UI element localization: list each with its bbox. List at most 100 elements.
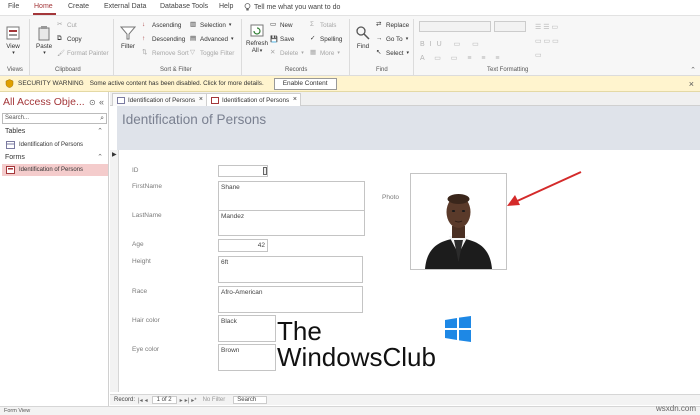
close-icon[interactable]: ×	[689, 79, 694, 89]
delete-icon: ✕	[270, 49, 276, 56]
record-position[interactable]: 1 of 2	[151, 396, 177, 404]
close-tab-icon[interactable]: ×	[293, 96, 297, 103]
label-race: Race	[132, 288, 148, 295]
select-button[interactable]: ↖ Select ▾	[376, 49, 409, 57]
font-name-dropdown[interactable]	[419, 21, 491, 32]
field-id[interactable]	[218, 165, 268, 177]
chevron-up-icon[interactable]: ⌃	[97, 126, 103, 137]
more-button[interactable]: ▦ More ▾	[310, 49, 340, 57]
prev-record-icon[interactable]: ◂	[145, 397, 148, 404]
close-tab-icon[interactable]: ×	[199, 96, 203, 103]
photo-frame[interactable]	[410, 173, 507, 270]
nav-section-tables[interactable]: Tables ⌃	[0, 126, 109, 137]
tell-me-box[interactable]: Tell me what you want to do	[244, 3, 340, 11]
nav-pane-title[interactable]: All Access Obje...	[3, 96, 85, 108]
tab-database-tools[interactable]: Database Tools	[160, 3, 208, 10]
group-label-find: Find	[376, 67, 388, 73]
filter-button[interactable]: Filter	[120, 25, 136, 50]
label-age: Age	[132, 241, 144, 248]
select-cursor-icon: ↖	[376, 49, 382, 56]
replace-icon: ⇄	[376, 21, 382, 28]
group-label-views: Views	[7, 67, 23, 73]
nav-item-table[interactable]: Identification of Persons	[2, 139, 108, 151]
field-height[interactable]: 6ft	[218, 256, 363, 283]
ribbon-separator	[349, 19, 350, 75]
shutter-bar-close-icon[interactable]: «	[99, 97, 104, 107]
enable-content-button[interactable]: Enable Content	[273, 77, 337, 90]
doc-tab-form[interactable]: Identification of Persons ×	[206, 93, 301, 106]
tab-home[interactable]: Home	[34, 3, 53, 10]
selection-button[interactable]: ▥ Selection ▾	[190, 21, 231, 29]
form-header: Identification of Persons	[117, 106, 700, 150]
form-icon	[211, 96, 219, 104]
sort-descending-button[interactable]: ↑ Descending	[142, 35, 185, 43]
new-record-icon[interactable]: ▸*	[191, 397, 196, 404]
nav-section-forms[interactable]: Forms ⌃	[0, 152, 109, 163]
field-age[interactable]: 42	[218, 239, 268, 252]
record-search-input[interactable]: Search	[233, 396, 268, 404]
label-eye-color: Eye color	[132, 346, 160, 353]
goto-button[interactable]: → Go To ▾	[376, 35, 408, 43]
field-lastname[interactable]: Mandez	[218, 210, 365, 236]
document-tab-bar: Identification of Persons × Identificati…	[110, 92, 700, 106]
spelling-button[interactable]: ✓ Spelling	[310, 35, 342, 43]
label-id: ID	[132, 167, 139, 174]
font-size-dropdown[interactable]	[494, 21, 526, 32]
font-color-buttons[interactable]: A ▭ ▭ ≡ ≡ ≡	[420, 54, 520, 63]
tab-file[interactable]: File	[8, 3, 19, 10]
doc-tab-table[interactable]: Identification of Persons ×	[112, 93, 207, 106]
paste-button[interactable]: Paste ▾	[36, 25, 52, 56]
field-eye-color[interactable]: Brown	[218, 344, 276, 371]
new-record-button[interactable]: ▭ New	[270, 21, 293, 29]
delete-record-button[interactable]: ✕ Delete ▾	[270, 49, 304, 57]
record-navigation-bar: Record: |◂ ◂ 1 of 2 ▸ ▸| ▸* No Filter Se…	[110, 394, 700, 405]
brush-icon: 🖌	[57, 50, 65, 57]
tab-help[interactable]: Help	[219, 3, 233, 10]
tab-external-data[interactable]: External Data	[104, 3, 146, 10]
no-filter-indicator[interactable]: No Filter	[203, 397, 226, 403]
navigation-pane: All Access Obje... ⊙ « Search... ⌕ Table…	[0, 92, 109, 406]
watermark-logo: The WindowsClub	[277, 316, 471, 370]
replace-button[interactable]: ⇄ Replace	[376, 21, 409, 29]
group-label-text-formatting: Text Formatting	[487, 67, 529, 73]
refresh-all-button[interactable]: Refresh All▾	[246, 22, 268, 54]
clipboard-icon	[38, 26, 50, 41]
record-selector[interactable]: ▶	[110, 150, 119, 392]
advanced-filter-icon: ▤	[190, 35, 196, 42]
font-style-buttons[interactable]: BIU ▭ ▭	[420, 40, 520, 49]
nav-item-form[interactable]: Identification of Persons	[2, 164, 108, 176]
collapse-ribbon-icon[interactable]: ⌃	[690, 66, 696, 74]
nav-menu-dropdown-icon[interactable]: ⊙	[89, 98, 96, 107]
first-record-icon[interactable]: |◂	[138, 397, 143, 404]
next-record-icon[interactable]: ▸	[180, 397, 183, 404]
advanced-button[interactable]: ▤ Advanced ▾	[190, 35, 234, 43]
cut-button[interactable]: ✂ Cut	[57, 21, 77, 29]
ribbon: View ▾ Views Paste ▾ ✂ Cut ⧉ Copy 🖌 Format Pa…	[0, 15, 700, 76]
view-button[interactable]: View ▾	[5, 25, 21, 56]
toggle-filter-button[interactable]: ▽ Toggle Filter	[190, 49, 234, 57]
security-warning-message[interactable]: Some active content has been disabled. C…	[90, 80, 264, 87]
nav-search-input[interactable]: Search... ⌕	[2, 113, 107, 124]
totals-button[interactable]: Σ Totals	[310, 21, 336, 29]
copy-button[interactable]: ⧉ Copy	[57, 35, 82, 43]
last-record-icon[interactable]: ▸|	[185, 397, 190, 404]
remove-sort-icon: ⇅	[142, 49, 148, 56]
remove-sort-button[interactable]: ⇅ Remove Sort	[142, 49, 189, 57]
sort-descending-icon: ↑	[142, 35, 146, 42]
field-hair-color[interactable]: Black	[218, 315, 276, 342]
sigma-icon: Σ	[310, 21, 314, 28]
save-record-button[interactable]: 💾 Save	[270, 35, 294, 44]
current-record-arrow-icon: ▶	[112, 152, 117, 158]
label-photo: Photo	[382, 194, 399, 201]
field-race[interactable]: Afro-American	[218, 286, 363, 313]
chevron-up-icon[interactable]: ⌃	[97, 152, 103, 163]
tab-create[interactable]: Create	[68, 3, 89, 10]
sort-ascending-button[interactable]: ↓ Ascending	[142, 21, 181, 29]
view-icon	[6, 26, 20, 40]
paragraph-buttons[interactable]: ☰ ☰ ▭ ▭ ▭ ▭ ▭	[535, 21, 595, 61]
label-hair-color: Hair color	[132, 317, 160, 324]
shield-icon	[5, 79, 14, 88]
field-firstname[interactable]: Shane	[218, 181, 365, 212]
find-button[interactable]: Find	[355, 25, 371, 50]
format-painter-button[interactable]: 🖌 Format Painter	[57, 49, 109, 58]
